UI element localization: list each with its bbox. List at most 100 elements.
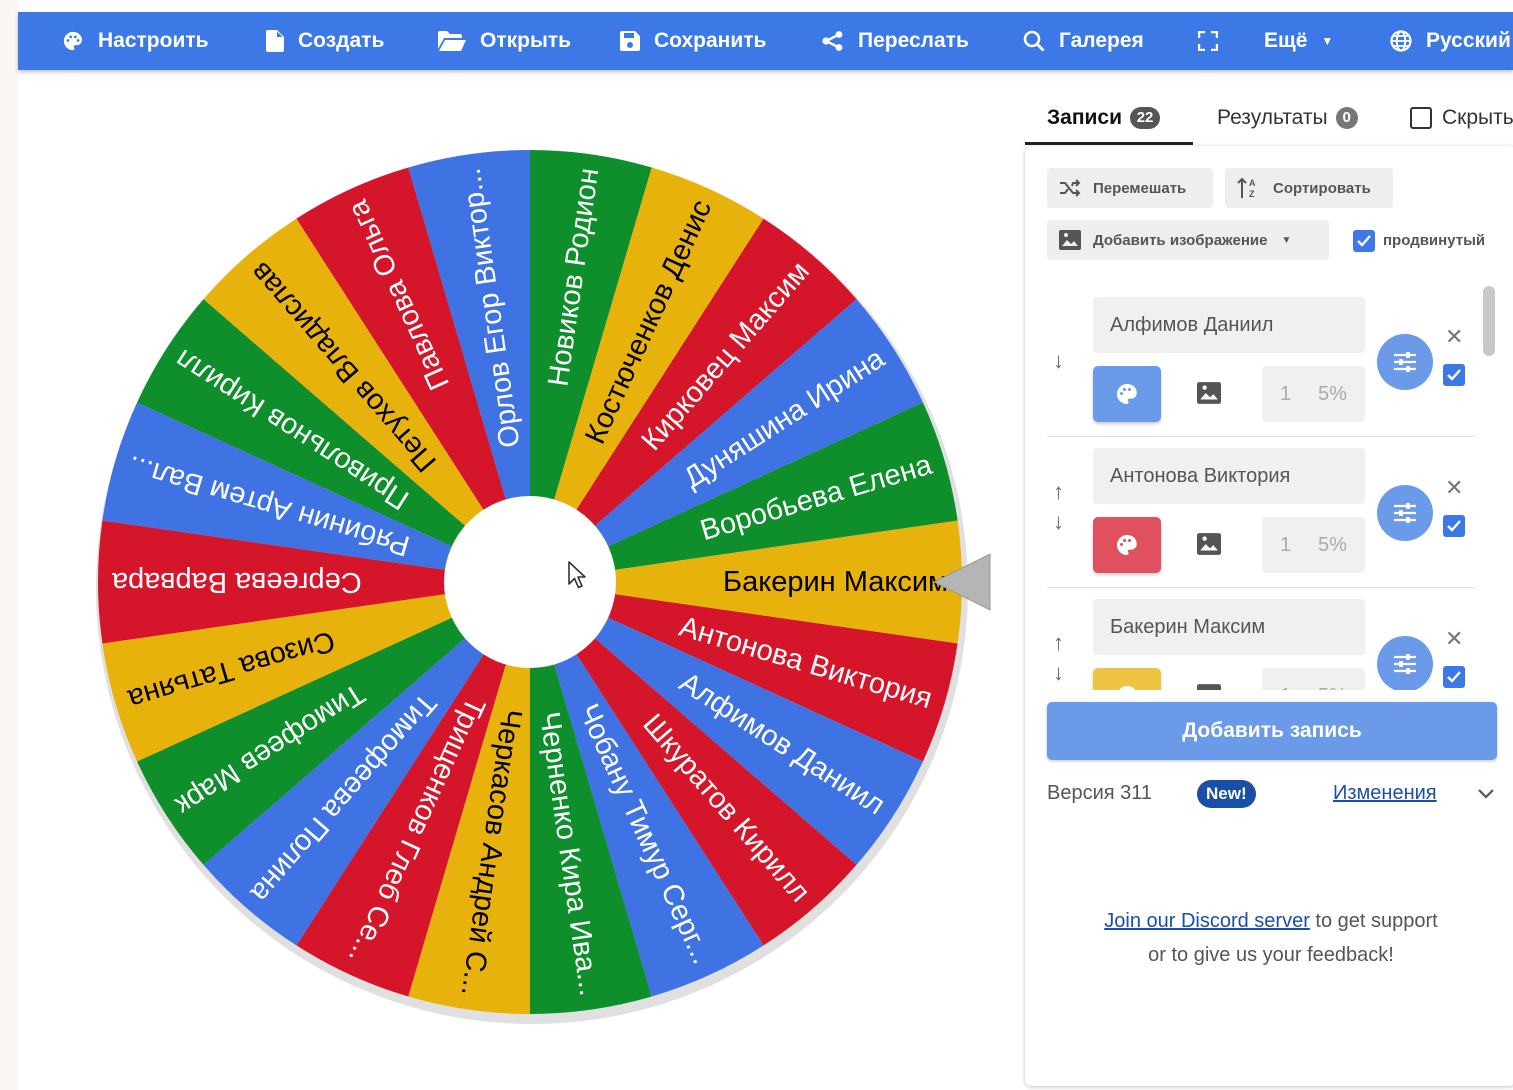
chevron-down-icon[interactable] bbox=[1475, 782, 1497, 804]
more-menu-button[interactable]: Ещё ▼ bbox=[1264, 12, 1333, 70]
entry-enabled-checkbox[interactable] bbox=[1443, 666, 1465, 688]
share-button[interactable]: Переслать bbox=[822, 12, 969, 70]
entries-scrollbar[interactable] bbox=[1483, 286, 1495, 356]
shuffle-button[interactable]: Перемешать bbox=[1047, 168, 1213, 208]
entry-options-button[interactable] bbox=[1377, 334, 1433, 390]
palette-icon bbox=[1117, 384, 1137, 404]
advanced-label: продвинутый bbox=[1383, 232, 1486, 249]
palette-icon bbox=[1119, 686, 1136, 690]
entry-row: ↓ Алфимов Даниил 1 5% ✕ bbox=[1025, 286, 1485, 437]
mouse-cursor-icon bbox=[568, 561, 586, 589]
move-up-arrow-icon[interactable]: ↑ bbox=[1053, 630, 1064, 656]
gallery-button[interactable]: Галерея bbox=[1023, 12, 1144, 70]
tab-entries[interactable]: Записи 22 bbox=[1047, 90, 1161, 145]
move-down-arrow-icon[interactable]: ↓ bbox=[1053, 348, 1064, 374]
add-image-label: Добавить изображение bbox=[1093, 231, 1268, 249]
sort-label: Сортировать bbox=[1273, 179, 1371, 197]
sliders-icon bbox=[1394, 503, 1416, 523]
move-down-arrow-icon[interactable]: ↓ bbox=[1053, 660, 1064, 686]
wheel-center-hub[interactable] bbox=[444, 496, 616, 668]
new-button[interactable]: Создать bbox=[266, 12, 384, 70]
caret-down-icon: ▼ bbox=[1281, 234, 1292, 246]
entry-image-icon[interactable] bbox=[1197, 382, 1221, 404]
move-up-arrow-icon[interactable]: ↑ bbox=[1053, 479, 1064, 505]
add-entry-button[interactable]: Добавить запись bbox=[1047, 702, 1497, 760]
file-icon bbox=[266, 30, 284, 52]
entry-color-button[interactable] bbox=[1093, 668, 1161, 690]
top-toolbar: Настроить Создать Открыть Сохранить Пере… bbox=[18, 12, 1513, 70]
entries-results-tabs: Записи 22 Результаты 0 Скрыть bbox=[1025, 90, 1513, 146]
sort-button[interactable]: AZ Сортировать bbox=[1225, 168, 1393, 208]
entry-weight-value: 1 bbox=[1280, 685, 1291, 691]
entry-color-button[interactable] bbox=[1093, 517, 1161, 573]
entry-image-icon[interactable] bbox=[1197, 684, 1221, 690]
more-label: Ещё bbox=[1264, 29, 1308, 52]
hide-checkbox[interactable] bbox=[1410, 106, 1432, 129]
entry-enabled-checkbox[interactable] bbox=[1443, 515, 1465, 537]
results-count-badge: 0 bbox=[1335, 106, 1358, 129]
language-label: Русский bbox=[1426, 29, 1511, 52]
entry-image-icon[interactable] bbox=[1197, 533, 1221, 555]
entry-color-button[interactable] bbox=[1093, 366, 1161, 422]
sliders-icon bbox=[1394, 352, 1416, 372]
entry-weight-value: 1 bbox=[1280, 382, 1292, 405]
share-label: Переслать bbox=[858, 29, 969, 52]
checkmark-icon bbox=[1447, 671, 1461, 683]
delete-entry-icon[interactable]: ✕ bbox=[1445, 626, 1463, 652]
svg-text:Z: Z bbox=[1249, 189, 1255, 199]
open-button[interactable]: Открыть bbox=[438, 12, 571, 70]
tab-results-label: Результаты bbox=[1217, 105, 1328, 129]
image-icon bbox=[1059, 230, 1081, 250]
gallery-label: Галерея bbox=[1059, 29, 1144, 52]
new-badge: New! bbox=[1197, 780, 1256, 808]
delete-entry-icon[interactable]: ✕ bbox=[1445, 475, 1463, 501]
entry-name-input[interactable]: Бакерин Максим bbox=[1093, 599, 1365, 655]
entry-options-button[interactable] bbox=[1377, 636, 1433, 690]
entry-row: ↑ ↓ Бакерин Максим 1 5% ✕ bbox=[1025, 588, 1485, 690]
entry-weight-field[interactable]: 1 5% bbox=[1262, 366, 1365, 422]
tab-entries-label: Записи bbox=[1047, 105, 1123, 129]
sliders-icon bbox=[1394, 654, 1416, 674]
version-label: Версия 311 bbox=[1047, 782, 1153, 804]
spinning-wheel[interactable]: Бакерин МаксимАнтонова ВикторияАлфимов Д… bbox=[80, 130, 1040, 1040]
palette-icon bbox=[1117, 535, 1137, 555]
discord-link[interactable]: Join our Discord server bbox=[1104, 910, 1310, 932]
tab-results[interactable]: Результаты 0 bbox=[1217, 90, 1358, 145]
discord-message: Join our Discord server to get support o… bbox=[1095, 904, 1447, 972]
entry-name-input[interactable]: Антонова Виктория bbox=[1093, 448, 1365, 504]
fullscreen-button[interactable] bbox=[1198, 12, 1232, 70]
move-down-arrow-icon[interactable]: ↓ bbox=[1053, 509, 1064, 535]
entries-list: ↓ Алфимов Даниил 1 5% ✕ ↑ ↓ Антонова Вик… bbox=[1025, 286, 1485, 690]
customize-label: Настроить bbox=[98, 29, 209, 52]
entry-options-button[interactable] bbox=[1377, 485, 1433, 541]
entry-enabled-checkbox[interactable] bbox=[1443, 364, 1465, 386]
entry-weight-value: 1 bbox=[1280, 533, 1292, 556]
open-label: Открыть bbox=[480, 29, 572, 52]
save-icon bbox=[620, 31, 640, 51]
new-label: Создать bbox=[298, 29, 385, 52]
hide-label: Скрыть bbox=[1442, 105, 1513, 129]
shuffle-label: Перемешать bbox=[1093, 179, 1187, 197]
customize-button[interactable]: Настроить bbox=[62, 12, 209, 70]
entries-count-badge: 22 bbox=[1130, 106, 1161, 129]
fullscreen-icon bbox=[1198, 31, 1218, 51]
entry-name-input[interactable]: Алфимов Даниил bbox=[1093, 297, 1365, 353]
hide-toggle[interactable]: Скрыть bbox=[1410, 90, 1513, 145]
folder-open-icon bbox=[438, 31, 466, 51]
checkmark-icon bbox=[1447, 369, 1461, 381]
share-icon bbox=[822, 31, 843, 51]
entry-weight-field[interactable]: 1 5% bbox=[1262, 668, 1365, 690]
entry-weight-field[interactable]: 1 5% bbox=[1262, 517, 1365, 573]
search-icon bbox=[1023, 30, 1045, 52]
checkmark-icon bbox=[1447, 520, 1461, 532]
add-image-dropdown[interactable]: Добавить изображение ▼ bbox=[1047, 220, 1329, 260]
wheel-segment-label: Сергеева Варвара bbox=[111, 566, 362, 598]
delete-entry-icon[interactable]: ✕ bbox=[1445, 324, 1463, 350]
entries-panel: Перемешать AZ Сортировать Добавить изобр… bbox=[1025, 146, 1513, 1086]
sort-icon: AZ bbox=[1237, 177, 1256, 199]
save-button[interactable]: Сохранить bbox=[620, 12, 766, 70]
changes-link[interactable]: Изменения bbox=[1333, 782, 1437, 805]
language-button[interactable]: Русский bbox=[1390, 12, 1511, 70]
advanced-checkbox[interactable] bbox=[1353, 230, 1375, 252]
entry-percent-value: 5% bbox=[1318, 685, 1347, 691]
